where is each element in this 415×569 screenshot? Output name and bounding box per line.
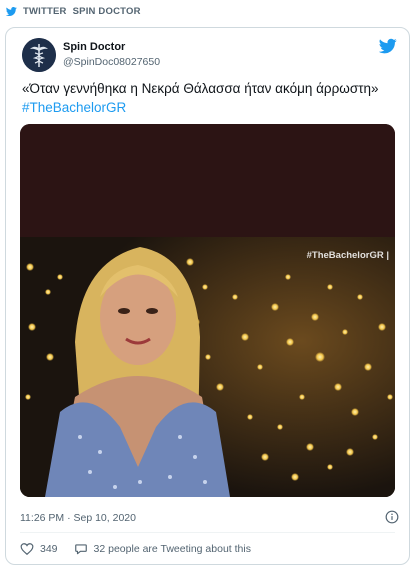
media-watermark: #TheBachelorGR |	[306, 250, 389, 261]
tweet-text: «Όταν γεννήθηκα η Νεκρά Θάλασσα ήταν ακό…	[22, 79, 392, 117]
comment-icon	[74, 544, 87, 555]
avatar[interactable]	[22, 38, 56, 72]
reply-text: 32 people are Tweeting about this	[93, 543, 251, 555]
tweet-actions: 349 32 people are Tweeting about this	[20, 542, 267, 556]
author-name[interactable]: Spin Doctor	[63, 41, 125, 53]
video-still	[20, 237, 395, 497]
account-label: SPIN DOCTOR	[72, 6, 141, 17]
info-icon[interactable]	[385, 510, 399, 524]
divider	[20, 532, 395, 533]
author-handle[interactable]: @SpinDoc08027650	[63, 56, 160, 68]
media-letterbox	[20, 124, 395, 237]
reply-action[interactable]: 32 people are Tweeting about this	[74, 542, 251, 556]
embed-header: TWITTER SPIN DOCTOR	[6, 6, 141, 17]
like-count: 349	[40, 543, 58, 555]
tweet-body: «Όταν γεννήθηκα η Νεκρά Θάλασσα ήταν ακό…	[22, 81, 379, 96]
twitter-bird-icon	[6, 7, 17, 16]
caduceus-logo	[22, 38, 56, 72]
hashtag-link[interactable]: #TheBachelorGR	[22, 100, 126, 115]
media-image	[20, 237, 395, 497]
tweet-timestamp[interactable]: 11:26 PM · Sep 10, 2020	[20, 512, 136, 524]
like-action[interactable]: 349	[20, 542, 58, 556]
heart-icon	[20, 543, 34, 556]
source-label: TWITTER	[23, 6, 67, 17]
tweet-media[interactable]: #TheBachelorGR |	[20, 124, 395, 497]
twitter-bird-icon[interactable]	[379, 38, 397, 54]
tweet-card[interactable]: Spin Doctor @SpinDoc08027650 «Όταν γεννή…	[5, 27, 410, 565]
